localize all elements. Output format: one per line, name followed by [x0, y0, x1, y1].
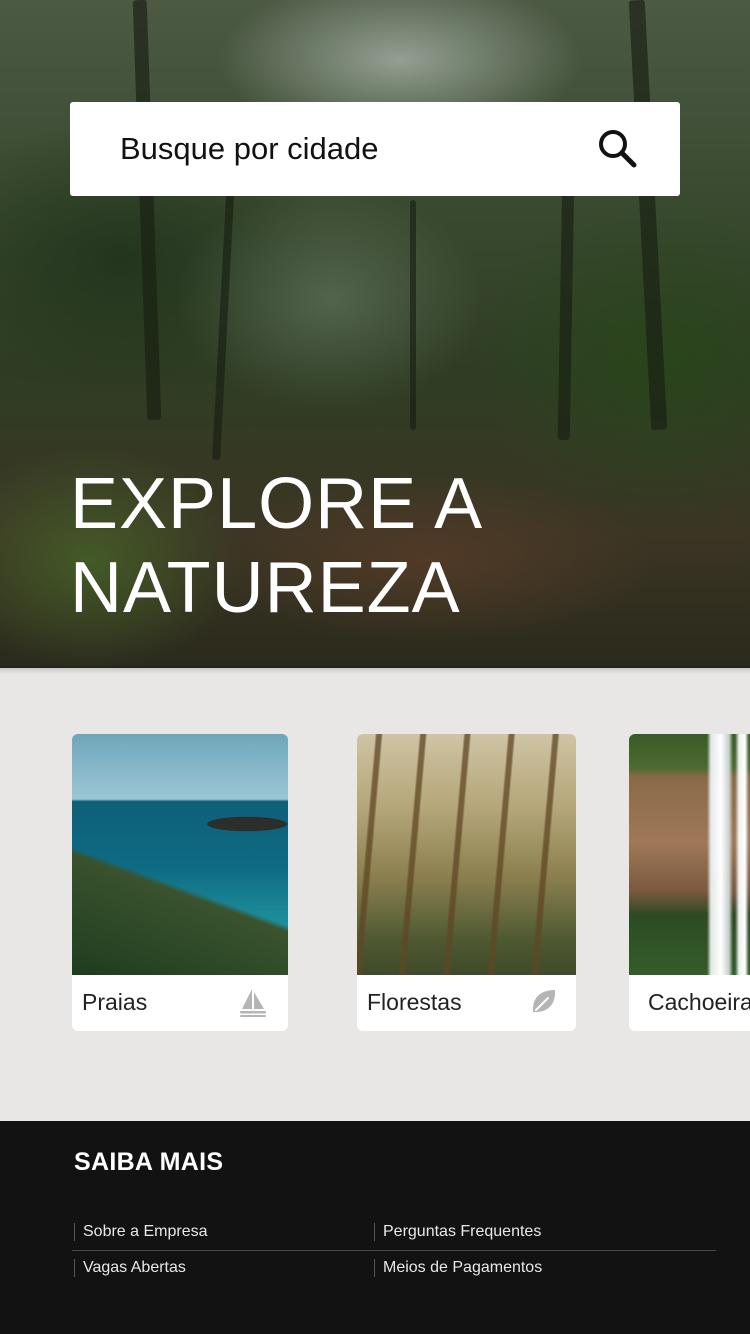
hero-tree-trunk	[132, 0, 162, 421]
footer-link-vagas[interactable]: Vagas Abertas	[74, 1259, 186, 1277]
category-carousel[interactable]: Praias Florestas Cachoeiras	[0, 734, 750, 1034]
footer-link-sobre[interactable]: Sobre a Empresa	[74, 1223, 208, 1241]
category-label: Cachoeiras	[648, 989, 750, 1015]
hero-tree-trunk	[628, 0, 668, 431]
hero-tree-trunk	[410, 200, 416, 430]
footer-divider	[72, 1250, 716, 1251]
search-bar[interactable]	[70, 102, 680, 196]
hero-banner: EXPLORE A NATUREZA	[0, 0, 750, 668]
category-card-praias[interactable]: Praias	[72, 734, 288, 1031]
hero-tree-trunk	[212, 159, 236, 461]
category-card-florestas[interactable]: Florestas	[357, 734, 576, 1031]
category-label: Praias	[82, 989, 148, 1015]
footer-link-pagamentos[interactable]: Meios de Pagamentos	[374, 1259, 542, 1277]
hero-shadow	[0, 666, 750, 674]
search-icon[interactable]	[597, 128, 639, 170]
footer-title: SAIBA MAIS	[74, 1148, 224, 1176]
category-label: Florestas	[367, 989, 462, 1015]
hero-tree-trunk	[557, 179, 575, 441]
leaf-icon	[532, 990, 556, 1013]
footer: SAIBA MAIS Sobre a Empresa Perguntas Fre…	[0, 1121, 750, 1334]
waterfall-photo	[629, 734, 750, 975]
hero-title: EXPLORE A NATUREZA	[70, 464, 484, 628]
beach-photo	[72, 734, 288, 975]
search-input[interactable]	[120, 124, 560, 174]
category-card-cachoeiras[interactable]: Cachoeiras	[629, 734, 750, 1031]
sailboat-icon	[240, 989, 266, 1017]
footer-link-perguntas[interactable]: Perguntas Frequentes	[374, 1223, 541, 1241]
forest-photo	[357, 734, 576, 975]
